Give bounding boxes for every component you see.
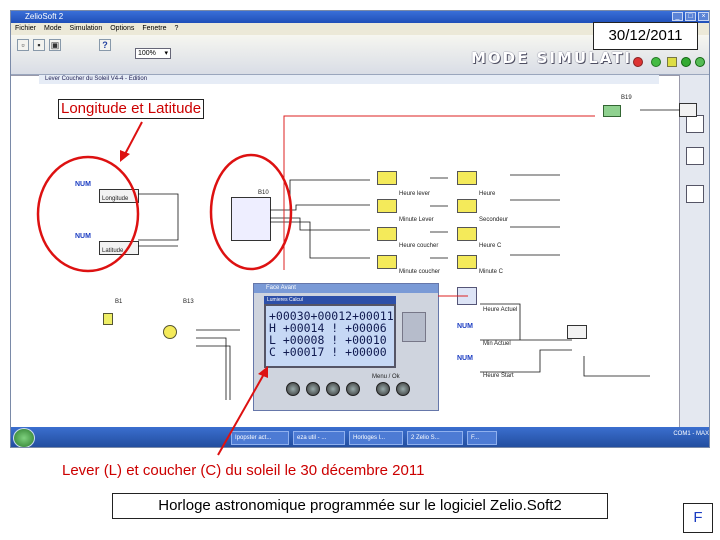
panel-button[interactable] <box>326 382 340 396</box>
taskbar-item[interactable]: Horloges l... <box>349 431 403 445</box>
output-slot[interactable] <box>686 115 704 133</box>
stop-icon[interactable] <box>633 57 643 67</box>
clock-icon[interactable] <box>163 325 177 339</box>
front-panel-window[interactable]: Face Avant Lumieres Calcul +00030+00012+… <box>253 283 439 411</box>
compare-block[interactable] <box>567 325 587 339</box>
zoom-select[interactable]: 100% ▾ <box>135 48 171 59</box>
panel-button[interactable] <box>346 382 360 396</box>
taskbar: Ipopster act... eza util - ... Horloges … <box>11 427 709 447</box>
function-block[interactable] <box>457 287 477 305</box>
lcd-display: +00030+00012+00011 H +00014 ! +00006 L +00… <box>264 304 396 368</box>
menu-item-fenetre[interactable]: Fenetre <box>142 23 166 35</box>
block-id: B13 <box>183 299 194 305</box>
zoom-value: 100% <box>138 50 156 57</box>
output-block[interactable] <box>457 199 477 213</box>
taskbar-item[interactable]: 2 Zelio S... <box>407 431 463 445</box>
output-slot[interactable] <box>686 185 704 203</box>
block-id: B1 <box>115 299 123 305</box>
menu-item-simulation[interactable]: Simulation <box>70 23 103 35</box>
save-icon[interactable]: ▣ <box>49 39 61 51</box>
help-icon[interactable]: ? <box>99 39 111 51</box>
output-block[interactable] <box>377 171 397 185</box>
output-label: Minute C <box>479 269 504 275</box>
num-input-longitude-tag: NUM <box>75 181 91 188</box>
stop-mode-icon[interactable] <box>695 57 705 67</box>
output-label: Heure lever <box>399 191 431 197</box>
output-slot[interactable] <box>686 147 704 165</box>
new-file-icon[interactable]: ▫ <box>17 39 29 51</box>
panel-button[interactable] <box>286 382 300 396</box>
window-controls: _ □ × <box>672 12 709 21</box>
output-label: Heure C <box>479 243 502 249</box>
panel-button[interactable] <box>306 382 320 396</box>
window-title: ZelioSoft 2 <box>25 12 64 21</box>
taskbar-item[interactable]: Ipopster act... <box>231 431 289 445</box>
lcd-header: Lumieres Calcul <box>264 296 396 304</box>
input-block[interactable] <box>103 313 113 325</box>
chevron-down-icon: ▾ <box>164 50 168 57</box>
block-label: Heure Start <box>483 373 514 379</box>
minimize-icon[interactable]: _ <box>672 12 683 21</box>
num-tag: NUM <box>457 323 473 330</box>
output-block[interactable] <box>679 103 697 117</box>
run-icon[interactable] <box>651 57 661 67</box>
longitude-block-label: Longitude <box>102 196 129 202</box>
latitude-block[interactable]: Latitude <box>99 241 139 255</box>
taskbar-item[interactable]: F... <box>467 431 497 445</box>
output-label: Minute Lever <box>399 217 434 223</box>
longitude-latitude-caption: Longitude et Latitude <box>58 99 205 119</box>
system-tray: COM1 - MAX <box>673 431 709 437</box>
taskbar-item[interactable]: eza util - ... <box>293 431 345 445</box>
panel-button[interactable] <box>396 382 410 396</box>
panel-button[interactable] <box>376 382 390 396</box>
right-panel <box>679 75 709 427</box>
run-mode-icon[interactable] <box>681 57 691 67</box>
settings-icon[interactable] <box>667 57 677 67</box>
block-id: B19 <box>621 95 632 101</box>
start-button[interactable] <box>13 428 35 447</box>
astronomical-clock-block[interactable]: B10 <box>231 190 271 241</box>
output-label: Heure coucher <box>399 243 439 249</box>
display-block[interactable] <box>603 105 621 117</box>
latitude-block-label: Latitude <box>102 248 124 254</box>
block-label: Min Actuel <box>483 341 511 347</box>
output-block[interactable] <box>377 255 397 269</box>
num-tag: NUM <box>457 355 473 362</box>
open-file-icon[interactable]: ▪ <box>33 39 45 51</box>
date-display: 30/12/2011 <box>593 22 698 50</box>
screenshot-window: ZelioSoft 2 _ □ × Fichier Mode Simulatio… <box>10 10 710 448</box>
output-label: Heure <box>479 191 496 197</box>
lcd-line: C +00017 ! +00000 <box>269 345 387 359</box>
mode-banner: MODE SIMULATI <box>471 49 632 67</box>
front-panel-title: Face Avant <box>254 284 438 293</box>
menu-item-fichier[interactable]: Fichier <box>15 23 36 35</box>
longitude-block[interactable]: Longitude <box>99 189 139 203</box>
maximize-icon[interactable]: □ <box>685 12 696 21</box>
slide-flag: F <box>683 503 713 533</box>
close-icon[interactable]: × <box>698 12 709 21</box>
block-id: B10 <box>258 190 269 196</box>
output-block[interactable] <box>377 199 397 213</box>
menu-item-mode[interactable]: Mode <box>44 23 62 35</box>
output-block[interactable] <box>377 227 397 241</box>
output-label: Secondeur <box>479 217 509 223</box>
output-block[interactable] <box>457 227 477 241</box>
output-block[interactable] <box>457 255 477 269</box>
menu-item-options[interactable]: Options <box>110 23 134 35</box>
num-input-latitude-tag: NUM <box>75 233 91 240</box>
slide-footer: Horloge astronomique programmée sur le l… <box>112 493 608 519</box>
sunrise-sunset-caption: Lever (L) et coucher (C) du soleil le 30… <box>62 461 425 481</box>
menu-item-help[interactable]: ? <box>174 23 178 35</box>
panel-side <box>402 312 426 342</box>
program-window-title: Lever Coucher du Soleil V4-4 - Edition <box>39 75 659 84</box>
output-block[interactable] <box>457 171 477 185</box>
output-label: Minute coucher <box>399 269 441 275</box>
menu-ok-label: Menu / Ok <box>372 374 400 380</box>
block-label: Heure Actuel <box>483 307 518 313</box>
